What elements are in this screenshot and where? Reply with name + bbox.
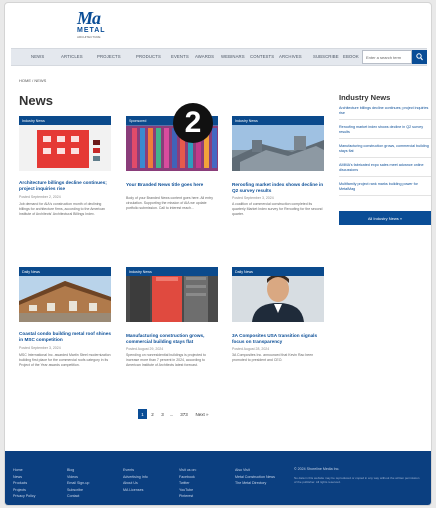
footer-column-4: Visit us on: Facebook Twitter YouTube Pi…	[179, 467, 197, 500]
sidebar-link[interactable]: Manufacturing construction grows, commer…	[339, 144, 431, 158]
card-excerpt: A coalition of commercial construction c…	[232, 202, 323, 216]
card-date: Posted August 29, 2024	[126, 347, 164, 351]
nav-item-events[interactable]: Events	[171, 54, 189, 59]
nav-item-archives[interactable]: Archives	[279, 54, 302, 59]
site-footer: Home News Products Projects Privacy Poli…	[5, 451, 431, 505]
page-last[interactable]: 373	[177, 409, 191, 419]
logo-name: METAL	[77, 27, 106, 34]
search-button[interactable]	[412, 50, 427, 64]
breadcrumb[interactable]: HOME / NEWS	[19, 78, 46, 83]
footer-link[interactable]: Email Sign-up	[67, 480, 89, 487]
card-date: Posted August 28, 2024	[232, 347, 270, 351]
sidebar-title: Industry News	[339, 93, 391, 102]
page-ellipsis: ...	[169, 411, 174, 417]
search-input[interactable]: Enter a search term	[362, 50, 412, 64]
nav-item-articles[interactable]: Articles	[61, 54, 83, 59]
nav-item-awards[interactable]: Awards	[195, 54, 214, 59]
card-date: Posted September 3, 2024	[19, 346, 61, 350]
footer-link[interactable]: MA Licenses	[123, 487, 148, 494]
logo-subtitle: ARCHITECTURE	[77, 35, 101, 39]
footer-link[interactable]: Privacy Policy	[13, 493, 35, 500]
card-tag: Industry News	[19, 116, 111, 125]
nav-item-webinars[interactable]: Webinars	[221, 54, 245, 59]
footer-link[interactable]: Pinterest	[179, 493, 197, 500]
card-tag: Industry News	[232, 116, 324, 125]
card-excerpt: Job demand for AIA's construction month …	[19, 202, 105, 216]
card-date: Posted September 2, 2024	[19, 195, 61, 199]
footer-link[interactable]: The Metal Directory	[235, 480, 275, 487]
page-2[interactable]: 2	[148, 409, 157, 419]
card-date: Posted September 3, 2024	[232, 196, 274, 200]
footer-column-3: Events Advertising Info About Us MA Lice…	[123, 467, 148, 493]
footer-column-1: Home News Products Projects Privacy Poli…	[13, 467, 35, 500]
sidebar-link[interactable]: Reroofing market index shows decline in …	[339, 125, 431, 139]
nav-item-products[interactable]: Products	[136, 54, 161, 59]
step-number-badge: 2	[173, 103, 213, 143]
card-tag: Industry News	[126, 267, 218, 276]
card-excerpt: Spending on nonresidential buildings is …	[126, 353, 206, 367]
footer-column-2: Blog Videos Email Sign-up Subscribe Cont…	[67, 467, 89, 500]
logo-mark: Ma	[77, 8, 101, 28]
footer-link[interactable]: Contact	[67, 493, 89, 500]
page-title: News	[19, 93, 53, 108]
sidebar-link[interactable]: AMMA's fabricated expo sales meet advanc…	[339, 163, 431, 177]
sidebar-link[interactable]: Multifamily project rank marks building …	[339, 182, 431, 196]
nav-item-projects[interactable]: Projects	[97, 54, 121, 59]
card-title[interactable]: Coastal condo building metal roof shines…	[19, 331, 111, 343]
nav-item-contests[interactable]: Contests	[250, 54, 274, 59]
card-title[interactable]: Architecture billings decline continues;…	[19, 180, 111, 192]
footer-label: Visit us on:	[179, 468, 197, 472]
footer-copyright: © 2024 Shoreline Media Inc.	[294, 467, 340, 471]
card-tag: Daily News	[232, 267, 324, 276]
footer-description: No data in this website may be reproduce…	[294, 476, 420, 485]
card-tag: Daily News	[19, 267, 111, 276]
browser-frame: Ma METAL ARCHITECTURE News Articles Proj…	[4, 2, 432, 506]
page-3[interactable]: 3	[158, 409, 167, 419]
site-logo[interactable]: Ma METAL ARCHITECTURE	[77, 9, 113, 39]
sidebar-link[interactable]: Architecture billings decline continues;…	[339, 106, 431, 120]
all-industry-news-button[interactable]: All Industry News »	[339, 211, 431, 225]
nav-item-ebook[interactable]: Ebook	[343, 54, 359, 59]
search-icon	[416, 53, 423, 61]
card-title[interactable]: Reroofing market index shows decline in …	[232, 182, 324, 194]
card-excerpt: 3A Composites Inc. announced that Kevin …	[232, 353, 314, 362]
card-excerpt: MSC International Inc. awarded Martin St…	[19, 353, 111, 367]
card-title[interactable]: Manufacturing construction grows, commer…	[126, 333, 218, 345]
nav-item-news[interactable]: News	[31, 54, 44, 59]
next-page-link[interactable]: Next »	[193, 409, 211, 419]
card-title[interactable]: Your Branded News title goes here	[126, 182, 218, 188]
card-title[interactable]: 3A Composites USA transition signals foc…	[232, 333, 324, 345]
page-1[interactable]: 1	[138, 409, 147, 419]
nav-item-subscribe[interactable]: Subscribe	[313, 54, 339, 59]
card-excerpt: Body of your Branded News content goes h…	[126, 196, 213, 210]
footer-column-5: Also Visit Metal Construction News The M…	[235, 467, 275, 487]
